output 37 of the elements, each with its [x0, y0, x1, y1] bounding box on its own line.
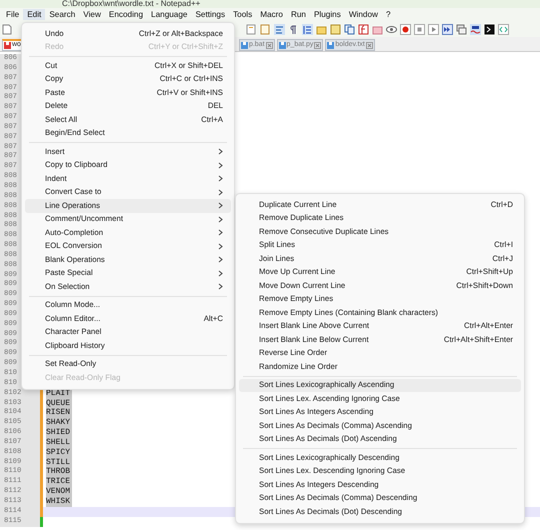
close-icon[interactable] — [366, 42, 373, 48]
file-icon — [240, 42, 248, 48]
menu-bar-item[interactable]: File — [2, 9, 24, 20]
menu-bar-item[interactable]: Tools — [229, 9, 256, 20]
menu-bar-item[interactable]: View — [79, 9, 105, 20]
new-file-icon[interactable] — [2, 24, 12, 34]
windows-icon[interactable] — [456, 24, 467, 34]
menu-bar-item[interactable]: Search — [45, 9, 80, 20]
menu-bar-item[interactable]: Edit — [23, 9, 46, 20]
menu-bar-item[interactable]: ? — [382, 9, 395, 20]
file-icon — [327, 42, 334, 48]
terminal-icon[interactable] — [484, 24, 495, 34]
play-icon[interactable] — [428, 24, 439, 34]
documents-icon[interactable] — [344, 24, 355, 34]
document-icon[interactable] — [260, 24, 271, 34]
window-title: C:\Dropbox\wnt\wordle.txt - Notepad++ — [62, 0, 200, 8]
menu-bar-item[interactable]: Run — [286, 9, 310, 20]
menu-bar-item[interactable]: Language — [147, 9, 192, 20]
fast-forward-icon[interactable] — [442, 24, 453, 34]
menu-bar-item[interactable]: Encoding — [104, 9, 148, 20]
record-icon[interactable] — [400, 24, 411, 34]
menu-bar-item[interactable]: Plugins — [310, 9, 345, 20]
spellcheck-icon[interactable] — [470, 24, 481, 34]
close-icon[interactable] — [314, 42, 322, 48]
wrap-icon[interactable] — [274, 24, 285, 34]
save-icon — [4, 42, 11, 49]
file-icon — [278, 42, 286, 48]
menu-bar-item[interactable]: Settings — [191, 9, 230, 20]
menu-bar-item[interactable]: Macro — [256, 9, 287, 20]
indent-guide-icon[interactable] — [302, 24, 313, 34]
document-icon[interactable] — [246, 24, 257, 34]
close-icon[interactable] — [266, 42, 273, 48]
stop-icon[interactable] — [414, 24, 425, 34]
eye-icon[interactable] — [386, 24, 397, 34]
function-icon[interactable] — [358, 24, 369, 34]
pilcrow-icon[interactable] — [288, 24, 299, 34]
menu-bar-item[interactable]: Window — [344, 9, 382, 20]
